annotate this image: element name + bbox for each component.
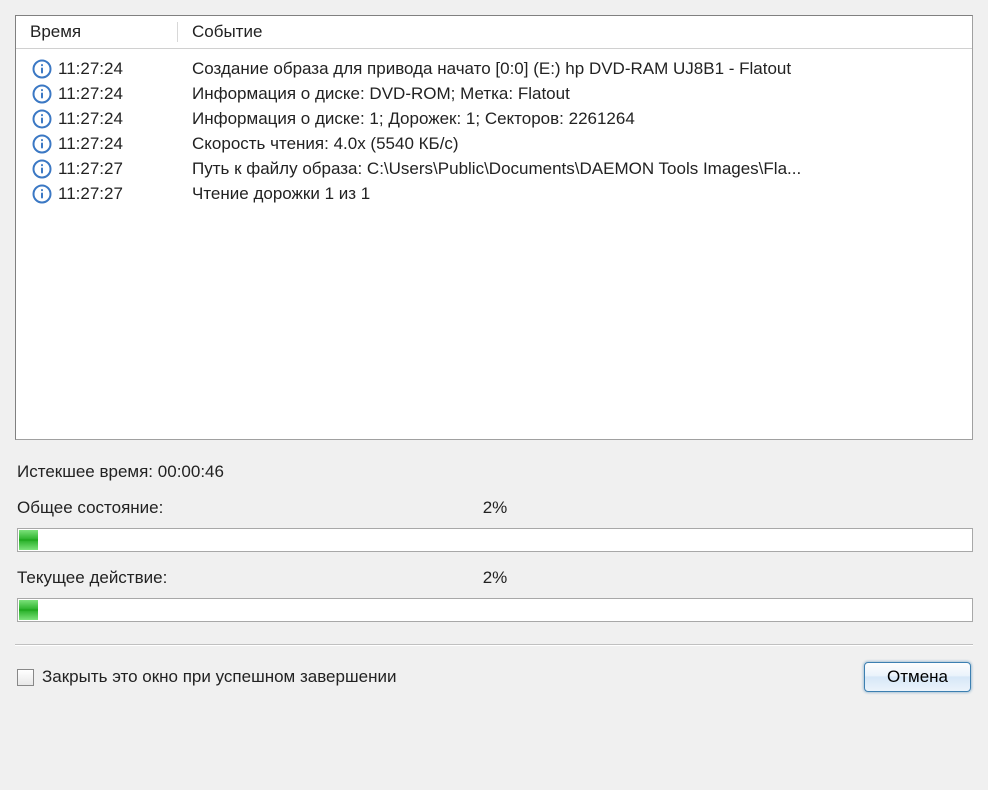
overall-progress-percent: 2% [483,498,508,518]
log-time: 11:27:24 [58,59,123,79]
current-progress-block: Текущее действие: 2% [15,568,973,622]
close-on-success-option[interactable]: Закрыть это окно при успешном завершении [17,667,396,687]
log-time: 11:27:24 [58,109,123,129]
close-on-success-checkbox[interactable] [17,669,34,686]
cancel-button[interactable]: Отмена [864,662,971,692]
elapsed-time: Истекшее время: 00:00:46 [15,462,973,482]
overall-progress-bar [17,528,973,552]
bottom-row: Закрыть это окно при успешном завершении… [15,662,973,692]
overall-progress-label: Общее состояние: [17,498,163,517]
overall-progress-fill [19,530,38,550]
current-progress-percent: 2% [483,568,508,588]
log-time-cell: 11:27:27 [16,184,178,204]
log-time-cell: 11:27:24 [16,134,178,154]
info-icon [32,109,52,129]
log-time: 11:27:24 [58,134,123,154]
log-event: Чтение дорожки 1 из 1 [178,184,972,204]
current-progress-fill [19,600,38,620]
info-icon [32,184,52,204]
log-event: Скорость чтения: 4.0x (5540 КБ/с) [178,134,972,154]
info-icon [32,59,52,79]
log-time-cell: 11:27:24 [16,59,178,79]
log-event: Информация о диске: DVD-ROM; Метка: Flat… [178,84,972,104]
close-on-success-label: Закрыть это окно при успешном завершении [42,667,396,687]
log-row[interactable]: 11:27:27 Путь к файлу образа: C:\Users\Pu… [16,157,972,182]
log-time-cell: 11:27:24 [16,109,178,129]
log-row[interactable]: 11:27:24 Информация о диске: 1; Дорожек: … [16,107,972,132]
log-event: Путь к файлу образа: C:\Users\Public\Doc… [178,159,972,179]
log-time: 11:27:27 [58,159,123,179]
log-time-cell: 11:27:24 [16,84,178,104]
log-row[interactable]: 11:27:24 Скорость чтения: 4.0x (5540 КБ/с… [16,132,972,157]
log-row[interactable]: 11:27:24 Информация о диске: DVD-ROM; Мет… [16,82,972,107]
elapsed-label: Истекшее время: [17,462,153,481]
separator [15,644,973,646]
log-row[interactable]: 11:27:27 Чтение дорожки 1 из 1 [16,182,972,207]
column-header-event[interactable]: Событие [178,22,972,42]
log-time: 11:27:27 [58,184,123,204]
log-event: Создание образа для привода начато [0:0]… [178,59,972,79]
log-time: 11:27:24 [58,84,123,104]
info-icon [32,159,52,179]
elapsed-value: 00:00:46 [158,462,224,481]
log-header: Время Событие [16,16,972,49]
current-progress-bar [17,598,973,622]
log-event: Информация о диске: 1; Дорожек: 1; Секто… [178,109,972,129]
log-panel: Время Событие 11:27:24 Создание образа дл… [15,15,973,440]
column-header-time[interactable]: Время [16,22,178,42]
log-time-cell: 11:27:27 [16,159,178,179]
info-icon [32,84,52,104]
info-icon [32,134,52,154]
progress-dialog: Время Событие 11:27:24 Создание образа дл… [0,0,988,790]
overall-progress-block: Общее состояние: 2% [15,498,973,552]
log-row[interactable]: 11:27:24 Создание образа для привода нача… [16,57,972,82]
current-progress-label: Текущее действие: [17,568,167,587]
log-rows: 11:27:24 Создание образа для привода нача… [16,49,972,207]
